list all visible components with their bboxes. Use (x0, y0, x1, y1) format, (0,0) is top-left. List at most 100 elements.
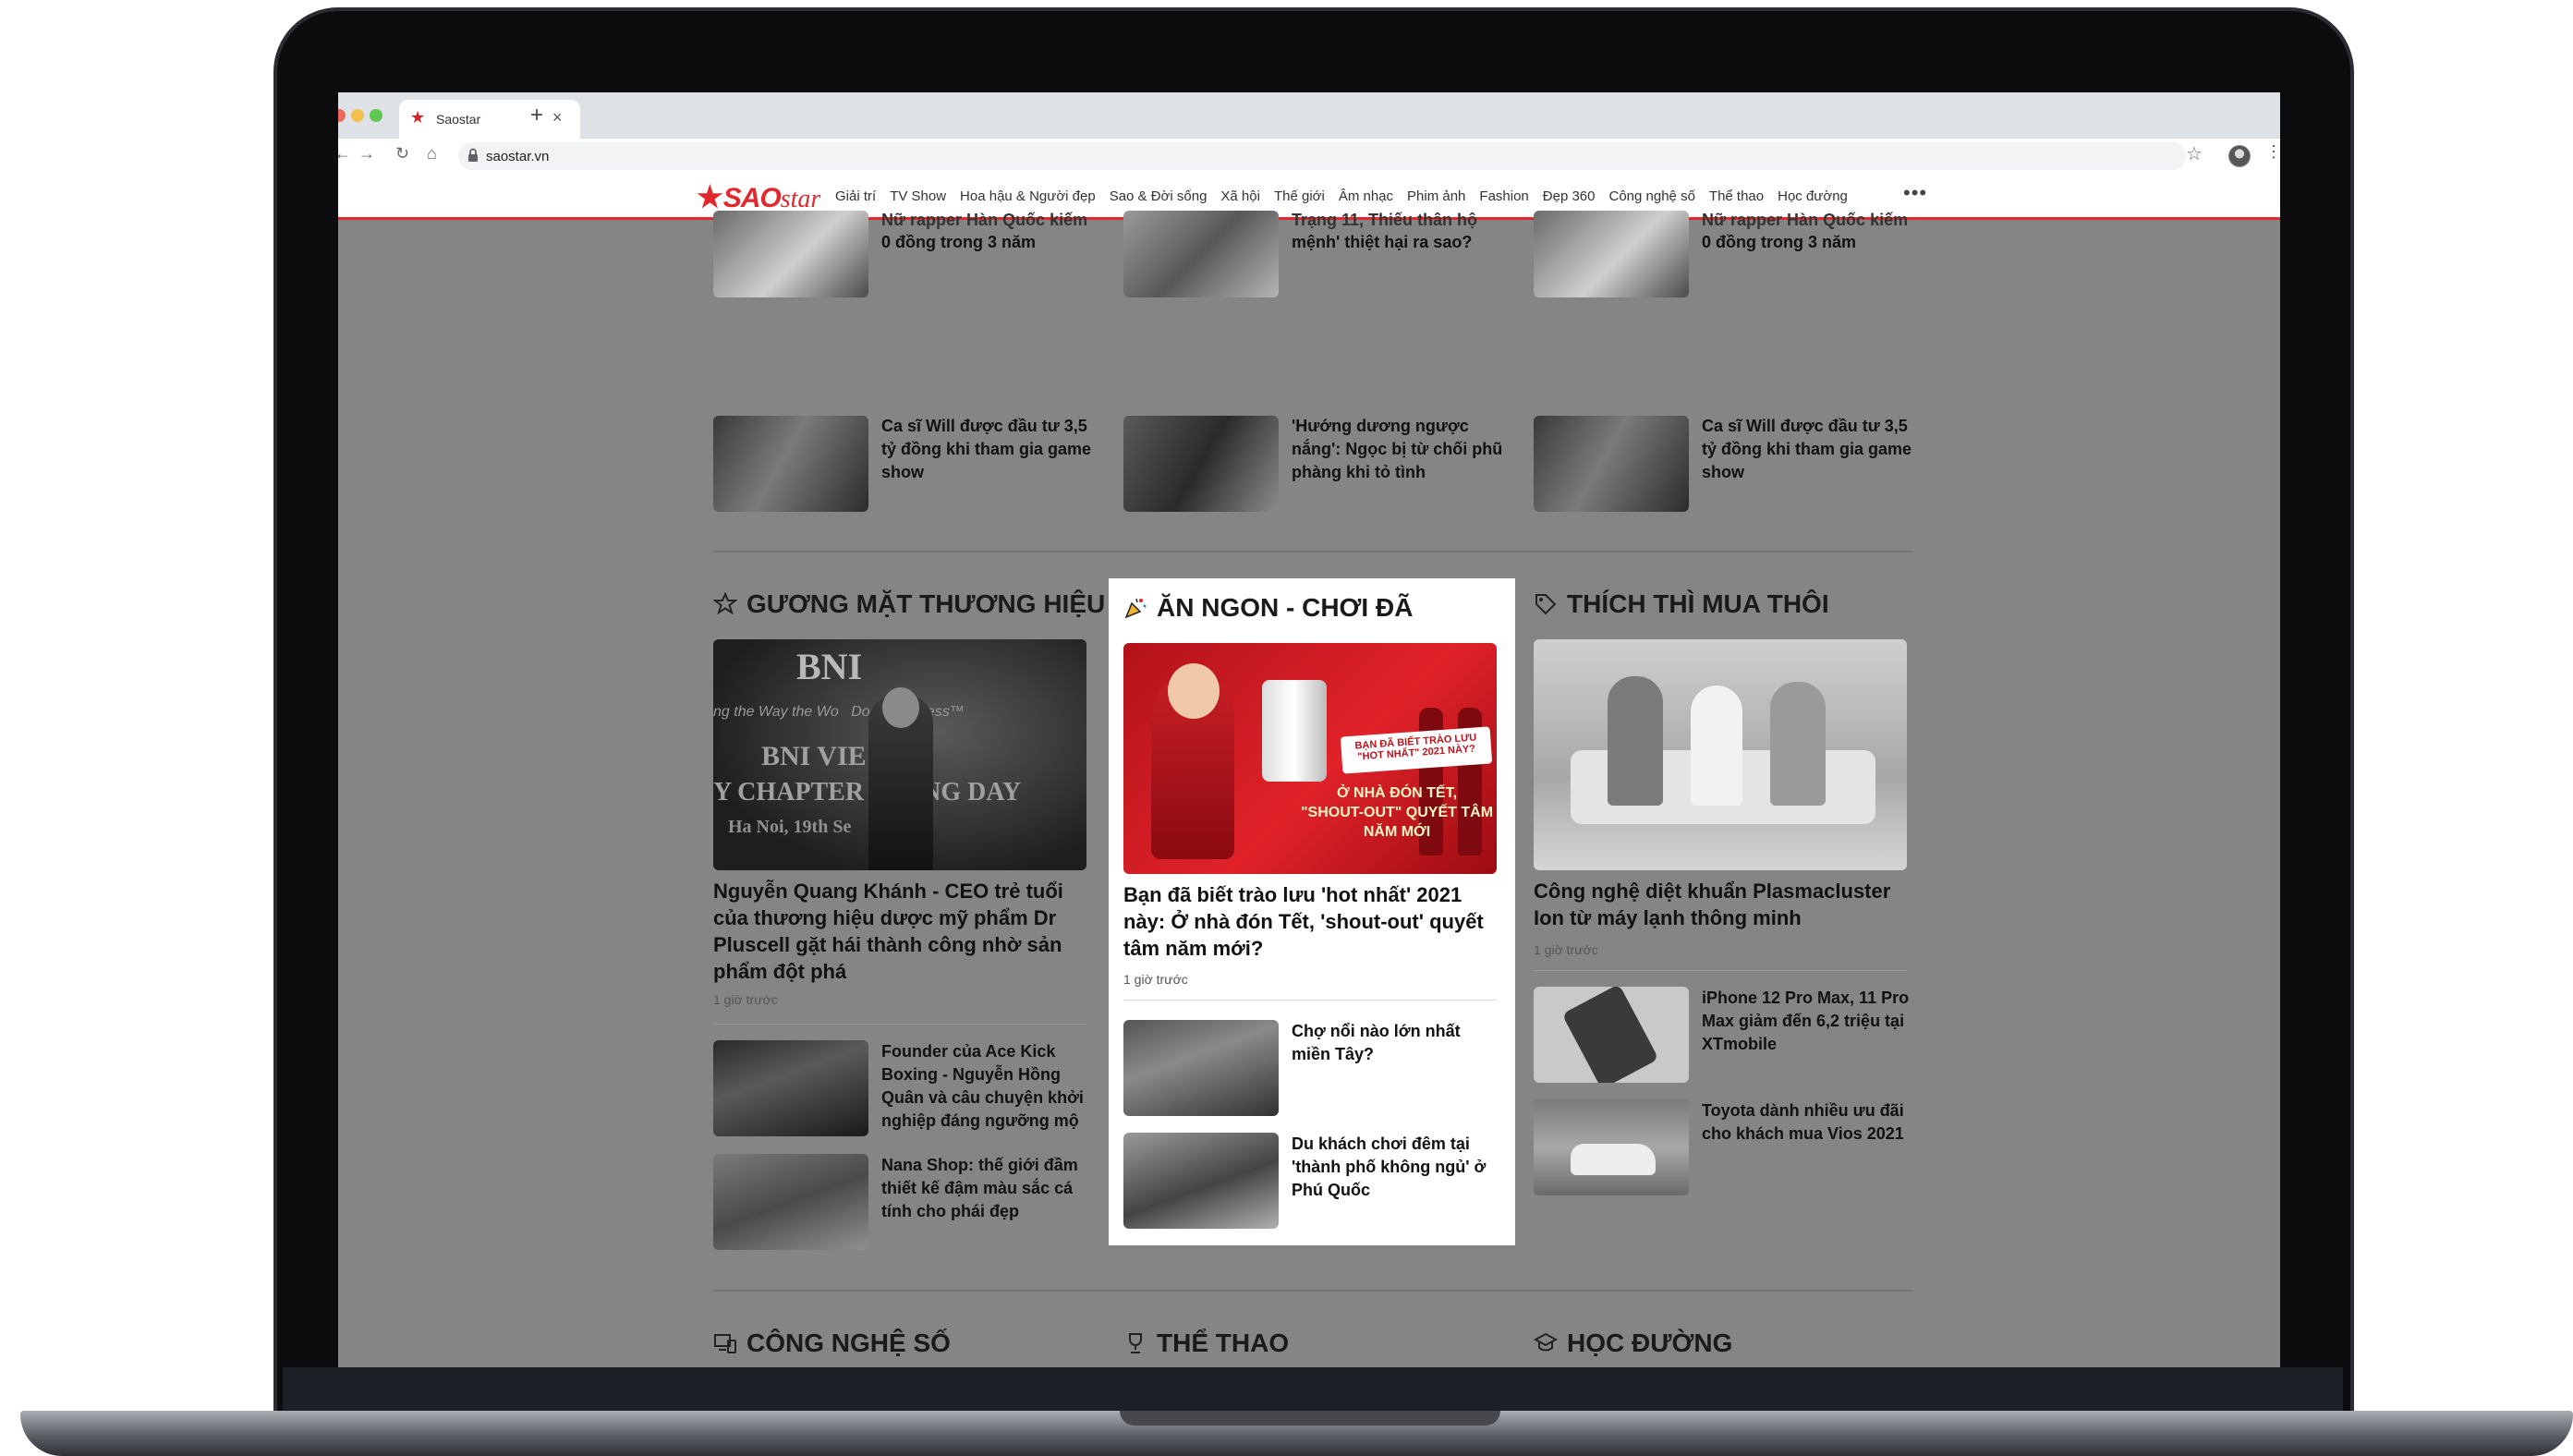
nav-item-fashion[interactable]: Fashion (1479, 188, 1528, 204)
brand-face-icon (713, 592, 737, 615)
logo-sao-text: SAO (722, 183, 782, 213)
image-text: BNI VIE (761, 741, 867, 771)
browser-tab-bar: ★ Saostar × + (338, 92, 2280, 139)
section-heading-cong-nghe-so[interactable]: CÔNG NGHỆ SỐ (713, 1325, 951, 1362)
window-close-dot[interactable] (338, 109, 346, 122)
trophy-icon (1129, 1333, 1142, 1353)
section-heading-the-thao[interactable]: THỂ THAO (1123, 1325, 1289, 1362)
nav-item-tv-show[interactable]: TV Show (890, 188, 946, 204)
back-icon[interactable]: ← (338, 144, 351, 164)
article-title[interactable]: Ca sĩ Will được đầu tư 3,5 tỷ đồng khi t… (881, 415, 1096, 484)
address-bar[interactable]: saostar.vn (458, 142, 2186, 170)
browser-tab[interactable]: ★ Saostar × (399, 100, 580, 139)
page-content: Nữ rapper Hàn Quốc kiếm 0 đồng trong 3 n… (338, 211, 2280, 1367)
image-text: BNI (796, 646, 863, 687)
speaker-head (882, 687, 919, 728)
section-heading-an-ngon-choi-da[interactable]: ĂN NGON - CHƠI ĐÃ (1123, 589, 1413, 626)
woman-face (1168, 663, 1220, 719)
nav-item-xa-hoi[interactable]: Xã hội (1220, 188, 1260, 204)
article-title[interactable]: Ca sĩ Will được đầu tư 3,5 tỷ đồng khi t… (1702, 415, 1916, 484)
section-divider (713, 551, 1912, 552)
image-text: Y CHAPTER L ING DAY (713, 778, 1022, 807)
list-divider (1534, 970, 1907, 971)
nav-more-icon[interactable]: ••• (1903, 181, 1927, 205)
profile-avatar[interactable] (2228, 145, 2251, 167)
beer-can (1262, 680, 1327, 782)
article-title[interactable]: 'Hướng dương ngược nắng': Ngọc bị từ chố… (1292, 415, 1506, 484)
article-title[interactable]: Chợ nổi nào lớn nhất miền Tây? (1292, 1020, 1500, 1066)
nav-item-the-thao[interactable]: Thể thao (1709, 188, 1764, 204)
article-thumbnail[interactable] (1123, 1133, 1279, 1229)
section-heading-text: THỂ THAO (1157, 1329, 1290, 1357)
browser-toolbar: ← → ↻ ⌂ saostar.vn ☆ ⋮ (338, 139, 2280, 174)
section-heading-guong-mat-thuong-hieu[interactable]: GƯƠNG MẶT THƯƠNG HIỆU (713, 586, 1105, 623)
lead-article-image[interactable] (1534, 639, 1907, 870)
article-title[interactable]: 0 đồng trong 3 năm (881, 231, 1096, 254)
tab-close-icon[interactable]: × (552, 108, 563, 127)
article-thumbnail[interactable] (1534, 987, 1689, 1083)
lead-article-title[interactable]: Nguyễn Quang Khánh - CEO trẻ tuổi của th… (713, 878, 1086, 985)
lock-icon (468, 148, 478, 162)
article-time: 1 giờ trước (1534, 942, 1598, 957)
section-heading-hoc-duong[interactable]: HỌC ĐƯỜNG (1534, 1325, 1732, 1362)
article-title[interactable]: mệnh' thiệt hại ra sao? (1292, 231, 1506, 254)
section-heading-text: HỌC ĐƯỜNG (1567, 1329, 1733, 1357)
nav-item-dep-360[interactable]: Đẹp 360 (1543, 188, 1596, 204)
nav-item-hoa-hau[interactable]: Hoa hậu & Người đẹp (960, 188, 1096, 204)
image-text: NĂM MỚI (1363, 824, 1431, 840)
section-heading-thich-thi-mua-thoi[interactable]: THÍCH THÌ MUA THÔI (1534, 586, 1829, 623)
saostar-logo[interactable]: ★ SAO star (697, 180, 820, 213)
home-icon[interactable]: ⌂ (427, 144, 437, 164)
section-heading-text: CÔNG NGHỆ SỐ (746, 1329, 951, 1357)
window-zoom-dot[interactable] (370, 109, 382, 122)
article-thumbnail[interactable] (713, 416, 868, 512)
nav-item-giai-tri[interactable]: Giải trí (835, 188, 876, 204)
nav-item-cong-nghe-so[interactable]: Công nghệ số (1609, 188, 1695, 204)
article-thumbnail[interactable] (713, 1040, 868, 1136)
lead-article-title[interactable]: Công nghệ diệt khuẩn Plasmacluster Ion t… (1534, 878, 1907, 931)
image-text: Ở NHÀ ĐÓN TẾT, (1336, 785, 1458, 801)
article-title[interactable]: Du khách chơi đêm tại 'thành phố không n… (1292, 1133, 1500, 1202)
article-title[interactable]: iPhone 12 Pro Max, 11 Pro Max giảm đến 6… (1702, 987, 1914, 1056)
tech-icon (714, 1334, 736, 1353)
lead-article-image[interactable]: BẠN ĐÃ BIẾT TRÀO LƯU "HOT NHẤT" 2021 NÀY… (1123, 643, 1497, 874)
nav-item-sao-doi-song[interactable]: Sao & Đời sống (1110, 188, 1208, 204)
image-caption: Ở NHÀ ĐÓN TẾT, "SHOUT-OUT" QUYẾT TÂM NĂM… (1297, 783, 1497, 842)
bookmark-star-icon[interactable]: ☆ (2186, 142, 2203, 165)
section-divider (713, 1290, 1912, 1292)
article-title[interactable]: 0 đồng trong 3 năm (1702, 231, 1916, 254)
nav-item-the-gioi[interactable]: Thế giới (1274, 188, 1325, 204)
reload-icon[interactable]: ↻ (395, 144, 409, 164)
nav-item-hoc-duong[interactable]: Học đường (1778, 188, 1848, 204)
article-thumbnail[interactable] (1534, 211, 1689, 297)
section-heading-text: THÍCH THÌ MUA THÔI (1567, 589, 1829, 618)
article-thumbnail[interactable] (1123, 211, 1279, 297)
logo-star-icon: ★ (697, 180, 723, 213)
article-thumbnail[interactable] (1534, 416, 1689, 512)
menu-icon[interactable]: ⋮ (2265, 142, 2280, 162)
article-thumbnail[interactable] (1534, 1099, 1689, 1195)
article-title[interactable]: Nana Shop: thế giới đầm thiết kế đậm màu… (881, 1154, 1090, 1223)
article-thumbnail[interactable] (1123, 1020, 1279, 1116)
nav-item-am-nhac[interactable]: Âm nhạc (1339, 188, 1393, 204)
window-minimize-dot[interactable] (351, 109, 364, 122)
nav-item-phim-anh[interactable]: Phim ảnh (1407, 188, 1465, 204)
new-tab-icon[interactable]: + (530, 103, 543, 128)
article-title[interactable]: Founder của Ace Kick Boxing - Nguyễn Hồn… (881, 1040, 1090, 1133)
article-thumbnail[interactable] (713, 211, 868, 297)
lead-article-image[interactable]: BNI ng the Way the Wo Does Business™ BNI… (713, 639, 1086, 870)
lead-article-title[interactable]: Bạn đã biết trào lưu 'hot nhất' 2021 này… (1123, 881, 1497, 962)
phone-shape (1561, 987, 1659, 1083)
article-title-partial[interactable]: Nữ rapper Hàn Quốc kiếm (881, 209, 1096, 232)
article-title-partial[interactable]: Trạng 11, Thiếu thân hộ (1292, 209, 1506, 232)
forward-icon[interactable]: → (358, 144, 375, 164)
section-heading-text: GƯƠNG MẶT THƯƠNG HIỆU (746, 589, 1106, 618)
article-thumbnail[interactable] (713, 1154, 868, 1250)
article-thumbnail[interactable] (1123, 416, 1279, 512)
school-icon (1534, 1332, 1558, 1352)
person-figure (1770, 682, 1826, 806)
list-divider (713, 1024, 1086, 1025)
article-title[interactable]: Toyota dành nhiều ưu đãi cho khách mua V… (1702, 1099, 1914, 1146)
car-shape (1571, 1144, 1656, 1175)
article-title-partial[interactable]: Nữ rapper Hàn Quốc kiếm (1702, 209, 1916, 232)
